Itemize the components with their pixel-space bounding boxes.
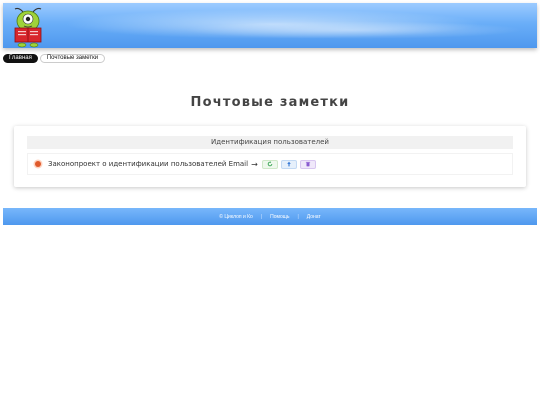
page-title: Почтовые заметки bbox=[190, 95, 350, 110]
site-footer: © Циклоп и Ко | Помощь | Донат bbox=[3, 208, 537, 225]
refresh-button[interactable] bbox=[261, 159, 278, 169]
note-link[interactable]: Законопроект о идентификации пользовател… bbox=[48, 160, 248, 168]
footer-donate-link[interactable]: Донат bbox=[307, 214, 321, 220]
upload-icon bbox=[286, 161, 291, 167]
cyclops-logo-icon[interactable] bbox=[9, 6, 47, 48]
site-header bbox=[3, 3, 537, 48]
nav-home[interactable]: Главная bbox=[3, 54, 38, 63]
breadcrumb-nav: Главная Почтовые заметки bbox=[3, 54, 106, 63]
delete-icon bbox=[305, 161, 310, 167]
delete-button[interactable] bbox=[299, 159, 316, 169]
footer-separator: | bbox=[297, 213, 299, 220]
nav-mail-notes[interactable]: Почтовые заметки bbox=[39, 54, 106, 63]
notes-card: Идентификация пользователей Законопроект… bbox=[14, 126, 526, 187]
section-header: Идентификация пользователей bbox=[27, 136, 513, 149]
footer-help-link[interactable]: Помощь bbox=[270, 214, 289, 220]
upload-button[interactable] bbox=[280, 159, 297, 169]
list-item: Законопроект о идентификации пользовател… bbox=[27, 153, 513, 175]
refresh-icon bbox=[267, 161, 273, 167]
bullet-icon bbox=[35, 161, 41, 167]
arrow-icon: → bbox=[251, 159, 258, 169]
footer-separator: | bbox=[260, 213, 263, 220]
header-swoosh bbox=[183, 21, 523, 39]
footer-copyright: © Циклоп и Ко bbox=[219, 213, 253, 220]
